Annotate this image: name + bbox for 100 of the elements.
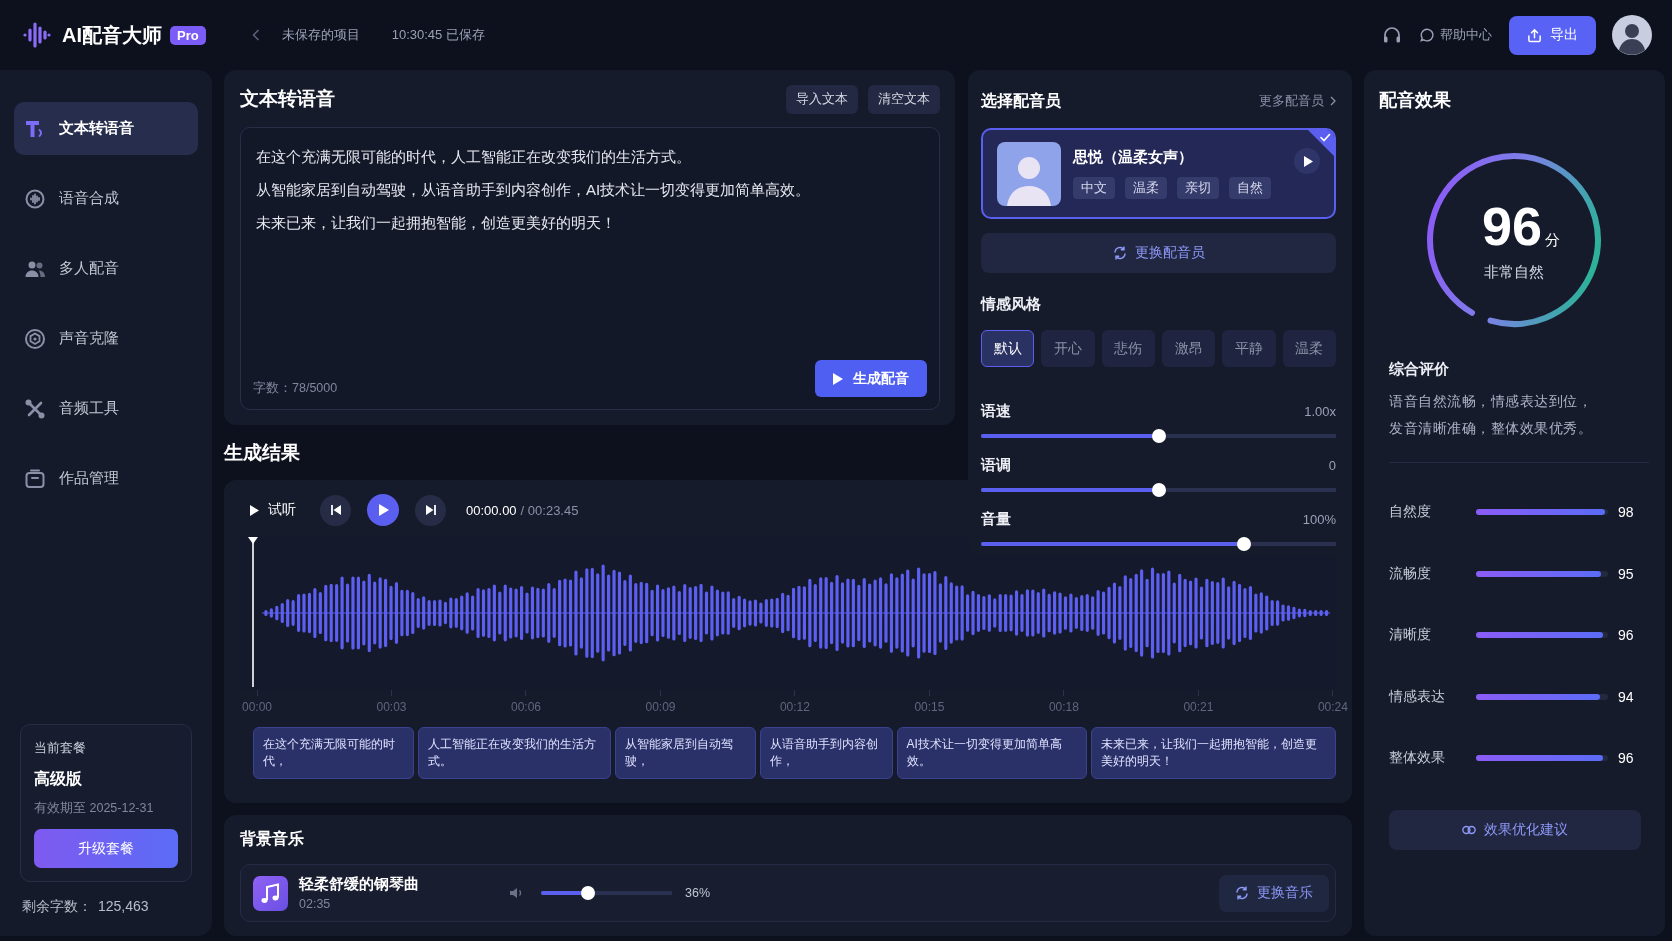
emotion-chip[interactable]: 平静 (1222, 330, 1276, 367)
metric-label: 清晰度 (1389, 626, 1432, 644)
emotion-chip[interactable]: 激昂 (1162, 330, 1216, 367)
emotion-chip[interactable]: 默认 (981, 330, 1035, 367)
plan-name: 高级版 (34, 769, 82, 789)
total-time: / 00:23.45 (520, 502, 579, 518)
user-avatar[interactable] (1612, 15, 1652, 55)
quota-value: 125,463 (98, 898, 149, 916)
change-music-button[interactable]: 更换音乐 (1219, 874, 1329, 912)
track-name: 轻柔舒缓的钢琴曲 (299, 875, 420, 894)
play-icon (379, 504, 389, 516)
tools-icon (24, 397, 46, 420)
nav-item[interactable]: 音频工具 (14, 382, 198, 435)
generate-button[interactable]: 生成配音 (815, 360, 927, 397)
previous-button[interactable] (320, 494, 351, 526)
text-action-button[interactable]: 导入文本 (786, 84, 858, 114)
slider-label: 语速 (981, 402, 1011, 421)
caption-segment[interactable]: 从智能家居到自动驾驶， (615, 727, 757, 779)
next-button[interactable] (415, 494, 446, 526)
speaker-icon[interactable] (509, 887, 523, 899)
upload-icon (1527, 27, 1542, 43)
emotion-title: 情感风格 (981, 295, 1042, 314)
time-tick-label: 00:24 (1317, 700, 1348, 714)
voice-avatar (997, 141, 1061, 206)
caption-segment[interactable]: 未来已来，让我们一起拥抱智能，创造更美好的明天！ (1090, 727, 1336, 779)
project-name: 未保存的项目 (281, 26, 360, 44)
panel-title: 文本转语音 (240, 87, 335, 111)
quota-label: 剩余字数： (22, 898, 92, 916)
voice-circle-icon (24, 187, 46, 210)
chevron-right-icon (1330, 96, 1336, 106)
shield-circle-icon (24, 327, 46, 350)
skip-forward-icon (425, 505, 436, 515)
voice-tag: 中文 (1073, 177, 1115, 199)
slider-value: 0 (1328, 458, 1336, 473)
slider-thumb[interactable] (1236, 537, 1251, 551)
voice-tag: 自然 (1229, 177, 1271, 199)
slider-label: 音量 (981, 510, 1011, 529)
char-count: 字数：78/5000 (253, 380, 338, 397)
help-link[interactable]: 帮助中心 (1420, 26, 1492, 44)
panel-title: 配音效果 (1379, 89, 1452, 112)
app-name: AI配音大师 (62, 22, 162, 48)
skip-back-icon (330, 505, 341, 515)
metric-value: 95 (1618, 565, 1634, 582)
nav-item[interactable]: 多人配音 (14, 242, 198, 295)
text-editor[interactable]: 在这个充满无限可能的时代，人工智能正在改变我们的生活方式。 从智能家居到自动驾驶，从语音助手到内容创作，AI技术让一切变得更加简单高效。 未来已来，让我们一起拥抱智能，创造更美好的明天！ 字数：78/5000 生成配音 (240, 127, 940, 410)
caption-segment[interactable]: 人工智能正在改变我们的生活方式。 (418, 727, 612, 779)
metric-label: 整体效果 (1389, 749, 1446, 767)
text-action-button[interactable]: 清空文本 (868, 84, 940, 114)
time-tick-label: 00:21 (1183, 700, 1214, 714)
caption-segment[interactable]: AI技术让一切变得更加简单高效。 (896, 727, 1087, 779)
voice-card[interactable]: 思悦（温柔女声） 中文 温柔 亲切 自然 (981, 128, 1336, 219)
upgrade-button[interactable]: 升级套餐 (34, 829, 178, 868)
advice-button[interactable]: 效果优化建议 (1389, 809, 1641, 850)
metric-value: 96 (1618, 750, 1634, 766)
nav-item[interactable]: 文本转语音 (14, 102, 198, 155)
speech-bubble-icon (1420, 28, 1434, 42)
nav-item[interactable]: 作品管理 (14, 452, 198, 505)
metric-value: 98 (1618, 504, 1634, 520)
music-note-icon (253, 875, 288, 911)
nav-item[interactable]: 语音合成 (14, 172, 198, 225)
nav-item[interactable]: 声音克隆 (14, 312, 198, 365)
time-tick-label: 00:06 (510, 700, 541, 714)
time-tick-label: 00:03 (376, 700, 407, 714)
emotion-chip[interactable]: 悲伤 (1101, 330, 1155, 367)
caption-segment[interactable]: 在这个充满无限可能的时代， (253, 727, 415, 779)
plan-badge: Pro (170, 25, 206, 45)
caption-segment[interactable]: 从语音助手到内容创作， (760, 727, 893, 779)
export-button[interactable]: 导出 (1509, 15, 1596, 55)
score-caption: 非常自然 (1484, 262, 1544, 282)
score-unit: 分 (1545, 230, 1561, 250)
play-button[interactable] (367, 494, 399, 526)
time-tick-label: 00:09 (645, 700, 676, 714)
preview-button[interactable]: 试听 (250, 501, 296, 519)
play-button[interactable] (1294, 148, 1320, 174)
change-voice-button[interactable]: 更换配音员 (981, 233, 1336, 273)
slider-thumb[interactable] (581, 886, 596, 900)
panel-title: 选择配音员 (981, 90, 1061, 111)
current-time: 00:00.00 (466, 502, 517, 518)
swap-icon (1112, 246, 1127, 260)
section-title: 生成结果 (224, 440, 300, 465)
play-icon (250, 504, 259, 516)
emotion-chip[interactable]: 开心 (1041, 330, 1095, 367)
section-title: 背景音乐 (240, 829, 305, 849)
text-input[interactable]: 在这个充满无限可能的时代，人工智能正在改变我们的生活方式。 从智能家居到自动驾驶，从语音助手到内容创作，AI技术让一切变得更加简单高效。 未来已来，让我们一起拥抱智能，创造更美好的明天！ (256, 140, 927, 360)
check-corner-icon (1308, 130, 1334, 156)
voice-name: 思悦（温柔女声） (1073, 148, 1194, 167)
metric-value: 96 (1618, 627, 1634, 643)
box-icon (24, 467, 46, 490)
more-voices-link[interactable]: 更多配音员 (1259, 92, 1336, 110)
play-icon (833, 372, 843, 385)
slider-thumb[interactable] (1151, 483, 1166, 497)
volume-value: 36% (685, 886, 711, 900)
voice-tag: 温柔 (1125, 177, 1167, 199)
chevron-left-icon[interactable] (251, 29, 260, 41)
playhead[interactable] (247, 537, 259, 687)
headset-icon[interactable] (1382, 25, 1402, 45)
emotion-chip[interactable]: 温柔 (1282, 330, 1336, 367)
slider-thumb[interactable] (1151, 429, 1166, 443)
time-tick-label: 00:00 (242, 700, 273, 714)
time-tick-label: 00:18 (1048, 700, 1079, 714)
